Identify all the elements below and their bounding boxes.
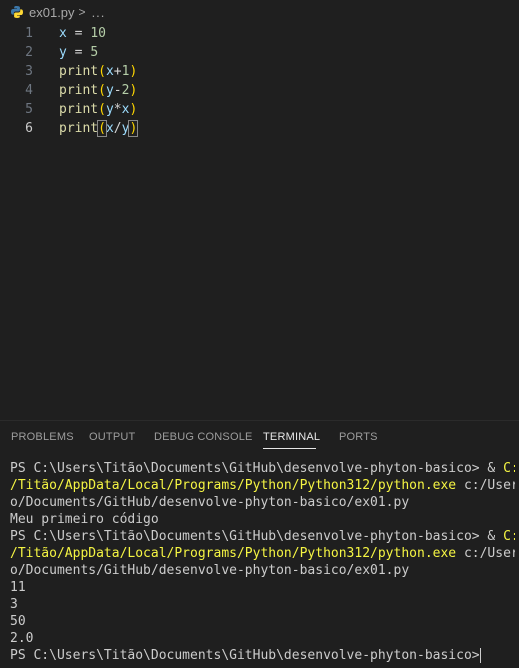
line-code[interactable]: print(y*x) xyxy=(59,100,137,119)
line-code[interactable]: print(x+1) xyxy=(59,62,137,81)
terminal-text: 50 xyxy=(10,614,26,629)
code-token: 10 xyxy=(90,26,106,41)
terminal-text: /Titão/AppData/Local/Programs/Python/Pyt… xyxy=(10,546,457,561)
terminal-output[interactable]: PS C:\Users\Titão\Documents\GitHub\desen… xyxy=(10,460,515,664)
terminal-line: o/Documents/GitHub/desenvolve-phyton-bas… xyxy=(10,562,515,579)
terminal-line: PS C:\Users\Titão\Documents\GitHub\desen… xyxy=(10,528,515,545)
terminal-text: PS C:\Users\Titão\Documents\GitHub\desen… xyxy=(10,461,504,476)
terminal-line: /Titão/AppData/Local/Programs/Python/Pyt… xyxy=(10,477,515,494)
code-token: print xyxy=(59,102,99,117)
code-token: ) xyxy=(128,120,139,137)
code-token: y xyxy=(59,45,67,60)
code-token: ( xyxy=(98,102,106,117)
code-token: x xyxy=(59,26,67,41)
line-number: 4 xyxy=(25,83,33,98)
code-token: * xyxy=(113,102,122,117)
line-number: 5 xyxy=(25,102,33,117)
code-token: ) xyxy=(129,64,138,79)
code-token: print xyxy=(59,83,99,98)
breadcrumb-file[interactable]: ex01.py xyxy=(29,5,75,20)
terminal-cursor xyxy=(479,648,481,663)
line-number: 1 xyxy=(25,26,33,41)
code-token: x xyxy=(105,121,114,136)
terminal-line: /Titão/AppData/Local/Programs/Python/Pyt… xyxy=(10,545,515,562)
terminal-text: o/Documents/GitHub/desenvolve-phyton-bas… xyxy=(10,563,410,578)
code-token: - xyxy=(113,83,122,98)
code-token: ) xyxy=(129,83,138,98)
code-token: ( xyxy=(98,83,106,98)
chevron-right-icon: > xyxy=(78,5,86,19)
code-line[interactable]: 4 print(y-2) xyxy=(0,81,519,100)
terminal-text: 11 xyxy=(10,580,26,595)
code-line[interactable]: 1 x = 10 xyxy=(0,24,519,43)
code-token: print xyxy=(59,64,99,79)
code-token: y xyxy=(105,83,114,98)
tab-terminal[interactable]: TERMINAL xyxy=(263,431,320,443)
terminal-line: 11 xyxy=(10,579,515,596)
tab-problems[interactable]: PROBLEMS xyxy=(11,431,74,443)
code-token: ( xyxy=(98,64,106,79)
terminal-line: Meu primeiro código xyxy=(10,511,515,528)
tab-output[interactable]: OUTPUT xyxy=(89,431,135,443)
code-line[interactable]: 3 print(x+1) xyxy=(0,62,519,81)
terminal-line: PS C:\Users\Titão\Documents\GitHub\desen… xyxy=(10,460,515,477)
code-token: 5 xyxy=(90,45,99,60)
line-code[interactable]: x = 10 xyxy=(59,24,106,43)
line-code[interactable]: print(x/y) xyxy=(59,119,139,138)
terminal-text: 3 xyxy=(10,597,18,612)
code-line[interactable]: 6 print(x/y) xyxy=(0,119,519,138)
code-token: / xyxy=(113,121,122,136)
code-token: = xyxy=(66,26,91,41)
terminal-text: C:/Users xyxy=(503,529,515,544)
line-number: 6 xyxy=(25,121,33,136)
line-code[interactable]: print(y-2) xyxy=(59,81,137,100)
line-code[interactable]: y = 5 xyxy=(59,43,98,62)
active-tab-indicator xyxy=(263,448,316,449)
code-editor[interactable]: 1 x = 10 2 y = 5 3 print(x+1) 4 print(y-2) 5 prin… xyxy=(0,24,519,420)
code-token: = xyxy=(66,45,91,60)
code-token: ) xyxy=(129,102,138,117)
breadcrumb-ellipsis[interactable]: ... xyxy=(92,5,106,20)
tab-debug-console[interactable]: DEBUG CONSOLE xyxy=(154,431,253,443)
terminal-text: 2.0 xyxy=(10,631,34,646)
code-token: x xyxy=(105,64,114,79)
terminal-text: c:/Users/Titã xyxy=(463,478,515,493)
panel-tabs: PROBLEMS OUTPUT DEBUG CONSOLE TERMINAL P… xyxy=(0,421,519,455)
tab-ports[interactable]: PORTS xyxy=(339,431,378,443)
line-number: 3 xyxy=(25,64,33,79)
terminal-text: PS C:\Users\Titão\Documents\GitHub\desen… xyxy=(10,648,480,663)
code-token: y xyxy=(105,102,114,117)
code-line[interactable]: 2 y = 5 xyxy=(0,43,519,62)
terminal-text: Meu primeiro código xyxy=(10,512,159,527)
terminal-line: 50 xyxy=(10,613,515,630)
terminal-text: C:/Users xyxy=(503,461,515,476)
python-file-icon xyxy=(10,5,24,19)
terminal-line: o/Documents/GitHub/desenvolve-phyton-bas… xyxy=(10,494,515,511)
terminal-line: 3 xyxy=(10,596,515,613)
terminal-line: 2.0 xyxy=(10,630,515,647)
code-token: ( xyxy=(97,120,107,137)
breadcrumb: ex01.py > ... xyxy=(0,0,519,24)
terminal-text: /Titão/AppData/Local/Programs/Python/Pyt… xyxy=(10,478,457,493)
line-number: 2 xyxy=(25,45,33,60)
terminal-line: PS C:\Users\Titão\Documents\GitHub\desen… xyxy=(10,647,515,664)
terminal-text: o/Documents/GitHub/desenvolve-phyton-bas… xyxy=(10,495,410,510)
terminal-text: c:/Users/Titã xyxy=(463,546,515,561)
code-line[interactable]: 5 print(y*x) xyxy=(0,100,519,119)
terminal-text: PS C:\Users\Titão\Documents\GitHub\desen… xyxy=(10,529,504,544)
code-token: + xyxy=(113,64,122,79)
code-token: print xyxy=(59,121,99,136)
